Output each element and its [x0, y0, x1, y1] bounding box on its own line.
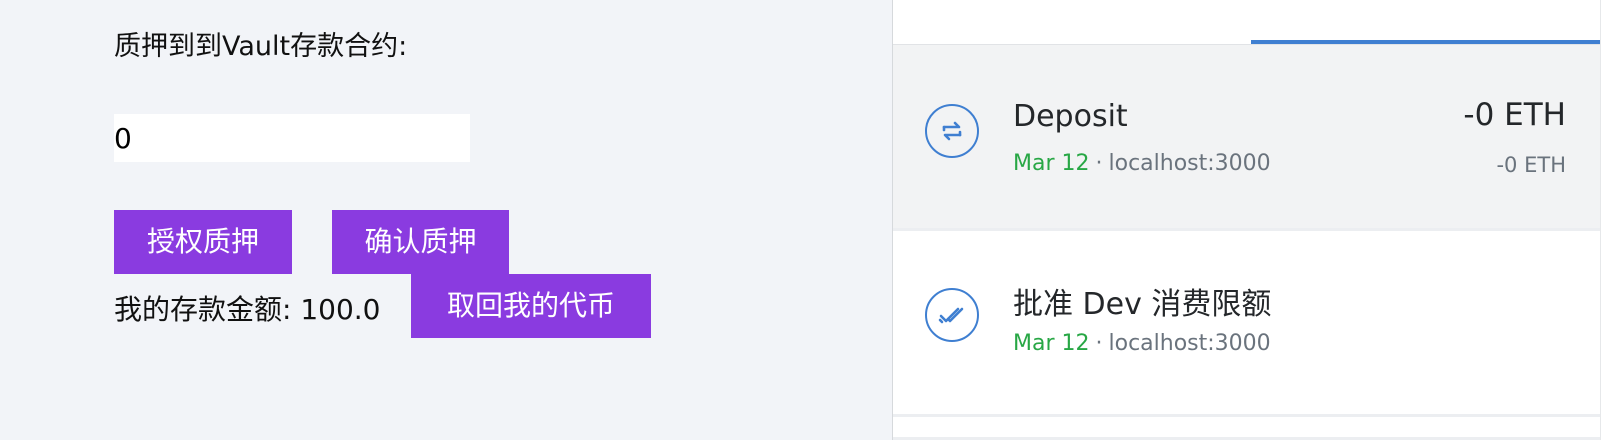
- scrollbar-track[interactable]: [1600, 0, 1610, 440]
- withdraw-tokens-button[interactable]: 取回我的代币: [411, 274, 651, 338]
- transaction-title: 批准 Dev 消费限额: [1013, 287, 1272, 322]
- transaction-origin: localhost:3000: [1108, 331, 1271, 356]
- tab-activity-indicator[interactable]: [1251, 40, 1601, 44]
- approve-stake-button[interactable]: 授权质押: [114, 210, 292, 274]
- confirm-stake-button[interactable]: 确认质押: [332, 210, 509, 274]
- swap-arrows-icon: [925, 104, 979, 158]
- wallet-activity-panel: Deposit Mar 12 · localhost:3000 -0 ETH -0 …: [892, 0, 1610, 440]
- double-check-icon: [925, 288, 979, 342]
- transaction-date: Mar 12: [1013, 151, 1090, 176]
- transaction-row-approve[interactable]: 批准 Dev 消费限额 Mar 12 · localhost:3000: [893, 231, 1601, 417]
- transaction-meta: Mar 12 · localhost:3000: [1013, 331, 1271, 356]
- stake-title: 质押到到Vault存款合约:: [114, 31, 408, 62]
- transaction-row-partial[interactable]: [893, 417, 1601, 440]
- wallet-tabs: [893, 0, 1610, 45]
- transaction-meta: Mar 12 · localhost:3000: [1013, 151, 1271, 176]
- meta-separator: ·: [1095, 331, 1103, 356]
- transaction-title: Deposit: [1013, 99, 1128, 134]
- transaction-origin: localhost:3000: [1108, 151, 1271, 176]
- transaction-row-deposit[interactable]: Deposit Mar 12 · localhost:3000 -0 ETH -0 …: [893, 45, 1601, 231]
- transaction-fiat-amount: -0 ETH: [1496, 153, 1566, 177]
- stake-amount-input[interactable]: [114, 114, 470, 162]
- transaction-amount: -0 ETH: [1463, 97, 1566, 133]
- meta-separator: ·: [1095, 151, 1103, 176]
- deposit-amount-label: 我的存款金额: 100.0: [114, 293, 381, 326]
- dapp-panel: 质押到到Vault存款合约: 授权质押 确认质押 我的存款金额: 100.0 取…: [0, 0, 892, 440]
- transaction-date: Mar 12: [1013, 331, 1090, 356]
